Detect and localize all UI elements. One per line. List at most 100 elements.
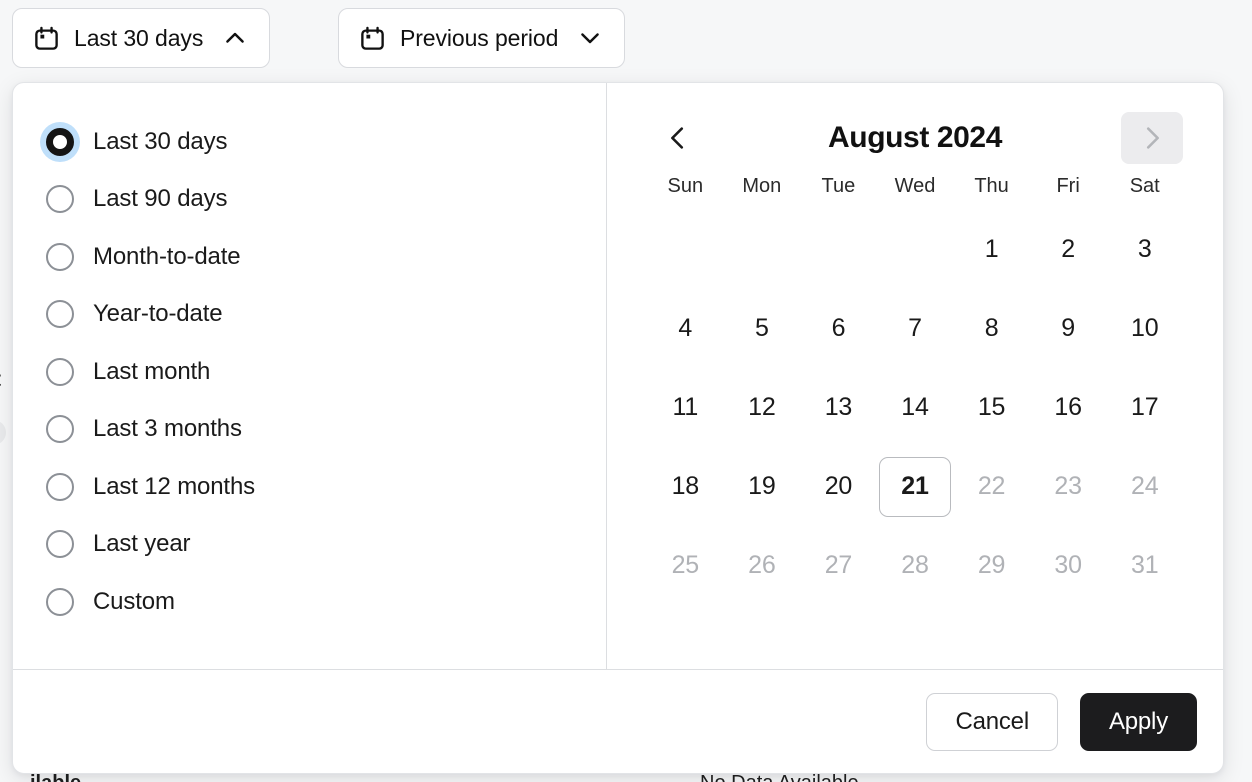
calendar-day-4[interactable]: 4 [649,299,721,359]
calendar-day-31: 31 [1109,536,1181,596]
calendar-day-2[interactable]: 2 [1032,220,1104,280]
apply-button[interactable]: Apply [1080,693,1197,751]
calendar-cell: 6 [800,289,877,368]
date-range-picker-popover: Last 30 days Last 90 days Month-to-date Yea… [12,82,1224,774]
calendar-header: August 2024 [647,107,1183,169]
calendar-cell: 24 [1106,447,1183,526]
calendar-day-12[interactable]: 12 [726,378,798,438]
compare-period-trigger-label: Previous period [400,25,558,52]
chevron-down-icon [572,24,604,52]
weekday-label-mon: Mon [724,175,801,198]
date-range-trigger-label: Last 30 days [74,25,203,52]
preset-option-last-3-months[interactable]: Last 3 months [13,401,606,459]
calendar-weekday-header: SunMonTueWedThuFriSat [647,175,1183,198]
calendar-day-21[interactable]: 21 [879,457,951,517]
calendar-day-20[interactable]: 20 [802,457,874,517]
calendar-cell: 31 [1106,526,1183,605]
calendar-cell: 3 [1106,210,1183,289]
preset-option-label: Last month [93,358,210,386]
preset-option-last-year[interactable]: Last year [13,516,606,574]
calendar-cell: 16 [1030,368,1107,447]
calendar-cell: 19 [724,447,801,526]
calendar-cell: 7 [877,289,954,368]
calendar-cell: 28 [877,526,954,605]
calendar-days-grid: 1234567891011121314151617181920212223242… [647,210,1183,605]
radio-unselected-icon [46,415,74,443]
preset-option-last-30-days[interactable]: Last 30 days [13,113,606,171]
compare-period-trigger-button[interactable]: Previous period [338,8,625,68]
radio-selected-icon [46,128,74,156]
calendar-day-13[interactable]: 13 [802,378,874,438]
calendar-day-26: 26 [726,536,798,596]
preset-option-label: Month-to-date [93,243,240,271]
preset-option-year-to-date[interactable]: Year-to-date [13,286,606,344]
weekday-label-sun: Sun [647,175,724,198]
preset-option-label: Last 12 months [93,473,255,501]
radio-unselected-icon [46,243,74,271]
calendar-day-10[interactable]: 10 [1109,299,1181,359]
calendar-day-blank [802,220,874,280]
preset-option-month-to-date[interactable]: Month-to-date [13,228,606,286]
calendar-day-1[interactable]: 1 [956,220,1028,280]
preset-option-last-12-months[interactable]: Last 12 months [13,458,606,516]
calendar-day-18[interactable]: 18 [649,457,721,517]
radio-unselected-icon [46,473,74,501]
chevron-up-icon [217,24,249,52]
calendar-day-29: 29 [956,536,1028,596]
calendar-cell: 26 [724,526,801,605]
calendar-day-8[interactable]: 8 [956,299,1028,359]
calendar-cell: 17 [1106,368,1183,447]
calendar-cell: 20 [800,447,877,526]
calendar-day-9[interactable]: 9 [1032,299,1104,359]
calendar-cell: 8 [953,289,1030,368]
date-range-toolbar: Last 30 days Previous period [0,0,1252,76]
calendar-day-5[interactable]: 5 [726,299,798,359]
preset-option-last-90-days[interactable]: Last 90 days [13,171,606,229]
calendar-cell: 9 [1030,289,1107,368]
calendar-cell [647,210,724,289]
calendar-day-6[interactable]: 6 [802,299,874,359]
calendar-day-7[interactable]: 7 [879,299,951,359]
calendar-day-24: 24 [1109,457,1181,517]
calendar-cell: 5 [724,289,801,368]
calendar-cell [724,210,801,289]
calendar-day-17[interactable]: 17 [1109,378,1181,438]
calendar-cell: 23 [1030,447,1107,526]
radio-unselected-icon [46,185,74,213]
radio-unselected-icon [46,588,74,616]
calendar-cell: 18 [647,447,724,526]
calendar-cell: 25 [647,526,724,605]
preset-option-label: Custom [93,588,175,616]
calendar-day-blank [879,220,951,280]
calendar-cell: 15 [953,368,1030,447]
background-text-fragment-left: t [0,368,1,392]
weekday-label-fri: Fri [1030,175,1107,198]
calendar-day-blank [726,220,798,280]
calendar-day-28: 28 [879,536,951,596]
calendar-day-blank [649,220,721,280]
calendar-day-19[interactable]: 19 [726,457,798,517]
calendar-day-16[interactable]: 16 [1032,378,1104,438]
preset-option-custom[interactable]: Custom [13,573,606,631]
date-range-trigger-button[interactable]: Last 30 days [12,8,270,68]
calendar-day-15[interactable]: 15 [956,378,1028,438]
calendar-cell: 1 [953,210,1030,289]
calendar-day-11[interactable]: 11 [649,378,721,438]
calendar-cell [800,210,877,289]
popover-body: Last 30 days Last 90 days Month-to-date Yea… [13,83,1223,669]
calendar-cell: 13 [800,368,877,447]
popover-footer: Cancel Apply [13,669,1223,773]
preset-option-label: Last 30 days [93,128,227,156]
calendar-day-3[interactable]: 3 [1109,220,1181,280]
next-month-button[interactable] [1121,112,1183,164]
cancel-button[interactable]: Cancel [926,693,1058,751]
calendar-cell: 4 [647,289,724,368]
calendar-cell: 10 [1106,289,1183,368]
calendar-day-14[interactable]: 14 [879,378,951,438]
weekday-label-tue: Tue [800,175,877,198]
radio-unselected-icon [46,530,74,558]
preset-option-last-month[interactable]: Last month [13,343,606,401]
weekday-label-wed: Wed [877,175,954,198]
previous-month-button[interactable] [647,112,709,164]
preset-option-label: Year-to-date [93,300,222,328]
